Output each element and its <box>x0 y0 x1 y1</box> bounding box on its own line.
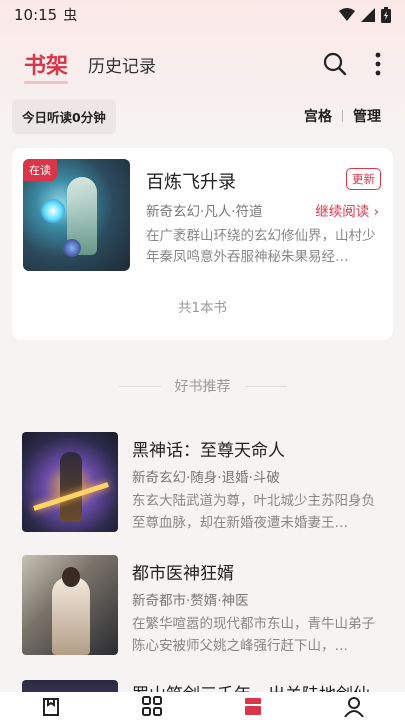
grid-view-button[interactable]: 宫格 <box>304 106 332 126</box>
bottom-navigation <box>0 692 405 720</box>
recommend-title-text[interactable]: 黑神话：至尊天命人 <box>132 436 285 461</box>
divider-line <box>118 385 161 387</box>
cover-figure <box>60 452 82 522</box>
bookshelf-card: 在读 百炼飞升录 更新 新奇玄幻·凡人·符道 继续阅读 › 在广袤群山环绕的玄幻… <box>12 148 393 340</box>
shelf-toolbar: 今日听读0分钟 宫格 管理 <box>0 98 405 134</box>
battery-icon <box>381 7 391 23</box>
book-tags: 新奇玄幻·凡人·符道 <box>146 204 263 220</box>
divider <box>342 110 343 122</box>
nav-profile-icon[interactable] <box>341 693 367 719</box>
nav-bookshelf-icon[interactable] <box>240 693 266 719</box>
recommend-tags: 新奇玄幻·随身·退婚·斗破 <box>132 470 280 486</box>
continue-reading-link[interactable]: 继续阅读 › <box>315 200 379 220</box>
recommend-tags: 新奇都市·赘婿·神医 <box>132 593 249 609</box>
today-reading-time[interactable]: 今日听读0分钟 <box>12 98 116 134</box>
signal-icon <box>361 8 375 22</box>
top-header: 书架 历史记录 <box>0 42 405 86</box>
tab-bookshelf[interactable]: 书架 <box>24 48 69 84</box>
more-vertical-icon[interactable] <box>375 52 381 76</box>
update-badge: 更新 <box>346 168 381 190</box>
recommend-cover[interactable] <box>22 555 118 655</box>
search-icon[interactable] <box>323 52 347 76</box>
divider-line <box>244 385 287 387</box>
status-time: 10:15 <box>14 6 58 24</box>
cover-figure-head <box>62 567 80 587</box>
recommend-item[interactable]: 都市医神狂婿 新奇都市·赘婿·神医 在繁华喧嚣的现代都市东山，青牛山弟子陈心安被… <box>22 555 382 655</box>
recommend-title-text[interactable]: 都市医神狂婿 <box>132 559 234 584</box>
recommend-description: 在繁华喧嚣的现代都市东山，青牛山弟子陈心安被师父姚之峰强行赶下山，… <box>132 616 375 654</box>
cover-figure <box>52 577 90 655</box>
wifi-icon <box>339 8 355 21</box>
nav-category-icon[interactable] <box>139 693 165 719</box>
manage-button[interactable]: 管理 <box>353 106 381 126</box>
book-cover[interactable]: 在读 <box>23 159 130 271</box>
recommend-cover[interactable] <box>22 432 118 532</box>
nav-bookstore-icon[interactable] <box>38 693 64 719</box>
recommend-heading: 好书推荐 <box>0 376 405 396</box>
cover-orb <box>63 239 81 257</box>
tab-history[interactable]: 历史记录 <box>88 52 156 77</box>
recommend-description: 东玄大陆武道为尊，叶北城少主苏阳身负至尊血脉，却在新婚夜遭未婚妻王… <box>132 493 375 531</box>
book-description: 在广袤群山环绕的玄幻修仙界，山村少年秦凤鸣意外吞服神秘朱果易经… <box>146 228 376 265</box>
cover-orb <box>41 199 65 223</box>
book-title[interactable]: 百炼飞升录 <box>146 168 236 194</box>
status-app-icon: 虫 <box>63 8 78 24</box>
recommend-title: 好书推荐 <box>174 379 231 395</box>
status-bar: 10:15 虫 <box>0 0 405 30</box>
reading-badge: 在读 <box>23 159 57 181</box>
book-count: 共1本书 <box>177 300 228 316</box>
recommend-item[interactable]: 黑神话：至尊天命人 新奇玄幻·随身·退婚·斗破 东玄大陆武道为尊，叶北城少主苏阳… <box>22 432 382 532</box>
